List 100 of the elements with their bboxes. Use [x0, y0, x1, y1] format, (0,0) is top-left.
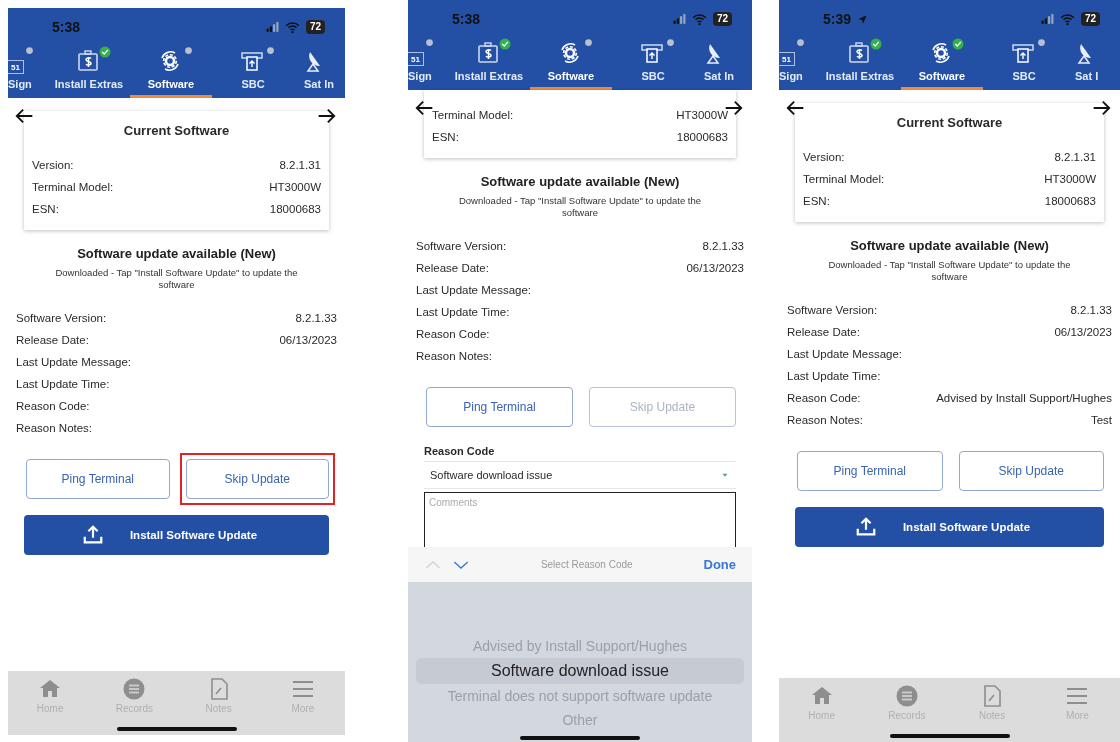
card-title: Current Software [122, 123, 231, 138]
tab[interactable]: Install Extras [48, 46, 130, 98]
tab[interactable]: Software [130, 46, 212, 98]
signal-icon [672, 12, 686, 26]
update-note: Downloaded - Tap "Install Software Update" to update the software [827, 259, 1072, 283]
wifi-icon [284, 19, 300, 35]
id-card-icon: 51 [408, 52, 424, 66]
field-value: 8.2.1.33 [1070, 304, 1112, 316]
money-icon [848, 42, 872, 66]
section-title: Software update available (New) [76, 246, 277, 261]
field-label: Reason Code [424, 445, 496, 457]
field-value: HT3000W [269, 181, 321, 193]
outline-button[interactable]: Skip Update [185, 459, 329, 499]
update-note: Downloaded - Tap "Install Software Update" to update the software [457, 195, 703, 219]
field-value: Advised by Install Support/Hughes [936, 392, 1112, 404]
field-value: HT3000W [1044, 173, 1096, 185]
dropdown-field[interactable]: Software download issue [424, 461, 736, 489]
section-title: Software update available (New) [479, 174, 681, 189]
field-label: Reason Notes: [16, 422, 93, 434]
status-time: 5:38 [52, 19, 81, 35]
id-card-icon: 51 [779, 52, 795, 66]
tab[interactable]: Install Extras [448, 38, 530, 90]
field-label: Last Update Message: [416, 284, 532, 296]
tab[interactable]: SBC [212, 46, 294, 98]
battery-indicator: 72 [712, 12, 732, 26]
dropdown-value: Software download issue [430, 469, 553, 481]
list-icon [122, 677, 147, 701]
outline-button[interactable]: Ping Terminal [26, 459, 170, 499]
field-label: ESN: [803, 195, 830, 207]
field-value: 18000683 [269, 203, 321, 215]
tab[interactable]: SBC [983, 38, 1065, 90]
upload-box-icon [1012, 42, 1036, 66]
field-value: 8.2.1.31 [279, 159, 321, 171]
field-label: Release Date: [16, 334, 89, 346]
status-time: 5:39 [823, 11, 852, 27]
field-label: Version: [803, 151, 845, 163]
tab[interactable]: SBC [612, 38, 694, 90]
field-value: 18000683 [1044, 195, 1096, 207]
field-label: ESN: [432, 131, 459, 143]
id-card-icon: 51 [8, 60, 24, 74]
field-value: 06/13/2023 [279, 334, 337, 346]
field-value: 06/13/2023 [1054, 326, 1112, 338]
field-label: Last Update Message: [787, 348, 903, 360]
install-button[interactable]: Install Software Update [24, 515, 329, 555]
field-label: Terminal Model: [432, 109, 514, 121]
field-label: Release Date: [787, 326, 860, 338]
tab[interactable]: Software [901, 38, 983, 90]
install-button[interactable]: Install Software Update [795, 507, 1104, 547]
tab[interactable]: Sat I [1065, 38, 1120, 90]
update-note: Downloaded - Tap "Install Software Update" to update the software [54, 267, 299, 291]
field-label: Release Date: [416, 262, 489, 274]
battery-indicator: 72 [305, 20, 325, 34]
section-title: Software update available (New) [849, 238, 1050, 253]
outline-button[interactable]: Skip Update [958, 451, 1104, 491]
upload-box-icon [641, 42, 665, 66]
outline-button[interactable]: Ping Terminal [797, 451, 943, 491]
field-value: HT3000W [676, 109, 728, 121]
card-title: Current Software [895, 115, 1004, 130]
tab[interactable]: 51 Sign [8, 46, 48, 98]
field-label: Terminal Model: [803, 173, 885, 185]
tab[interactable]: Install Extras [819, 38, 901, 90]
upload-box-icon [241, 50, 265, 74]
field-value: 06/13/2023 [686, 262, 744, 274]
field-label: Software Version: [787, 304, 878, 316]
field-label: ESN: [32, 203, 59, 215]
field-label: Reason Code: [16, 400, 90, 412]
status-time: 5:38 [452, 11, 481, 27]
signal-icon [1040, 12, 1054, 26]
money-icon [77, 50, 101, 74]
field-label: Terminal Model: [32, 181, 114, 193]
field-label: Last Update Message: [16, 356, 132, 368]
field-label: Last Update Time: [416, 306, 510, 318]
field-label: Last Update Time: [16, 378, 110, 390]
field-label: Reason Notes: [416, 350, 493, 362]
upload-icon [81, 524, 104, 546]
picker-title: Select Reason Code [539, 559, 634, 570]
wifi-icon [691, 11, 707, 27]
field-value: 8.2.1.33 [702, 240, 744, 252]
tab[interactable]: 51 Sign [779, 38, 819, 90]
picker-option[interactable]: Software download issue [416, 658, 744, 684]
field-value: 8.2.1.31 [1054, 151, 1096, 163]
tab[interactable]: Sat In [694, 38, 752, 90]
field-value: Test [1090, 414, 1112, 426]
signal-icon [265, 20, 279, 34]
field-label: Software Version: [416, 240, 507, 252]
tab[interactable]: Sat In [294, 46, 345, 98]
field-label: Reason Notes: [787, 414, 864, 426]
field-label: Last Update Time: [787, 370, 881, 382]
battery-indicator: 72 [1080, 12, 1100, 26]
field-value: 8.2.1.33 [295, 312, 337, 324]
field-value: 18000683 [676, 131, 728, 143]
tab[interactable]: 51 Sign [408, 38, 448, 90]
upload-icon [854, 516, 877, 538]
wifi-icon [1059, 11, 1075, 27]
outline-button[interactable]: Ping Terminal [426, 387, 573, 427]
field-label: Software Version: [16, 312, 107, 324]
done-button[interactable]: Done [703, 557, 736, 572]
field-label: Reason Code: [787, 392, 861, 404]
list-icon [894, 684, 919, 708]
field-label: Version: [32, 159, 74, 171]
